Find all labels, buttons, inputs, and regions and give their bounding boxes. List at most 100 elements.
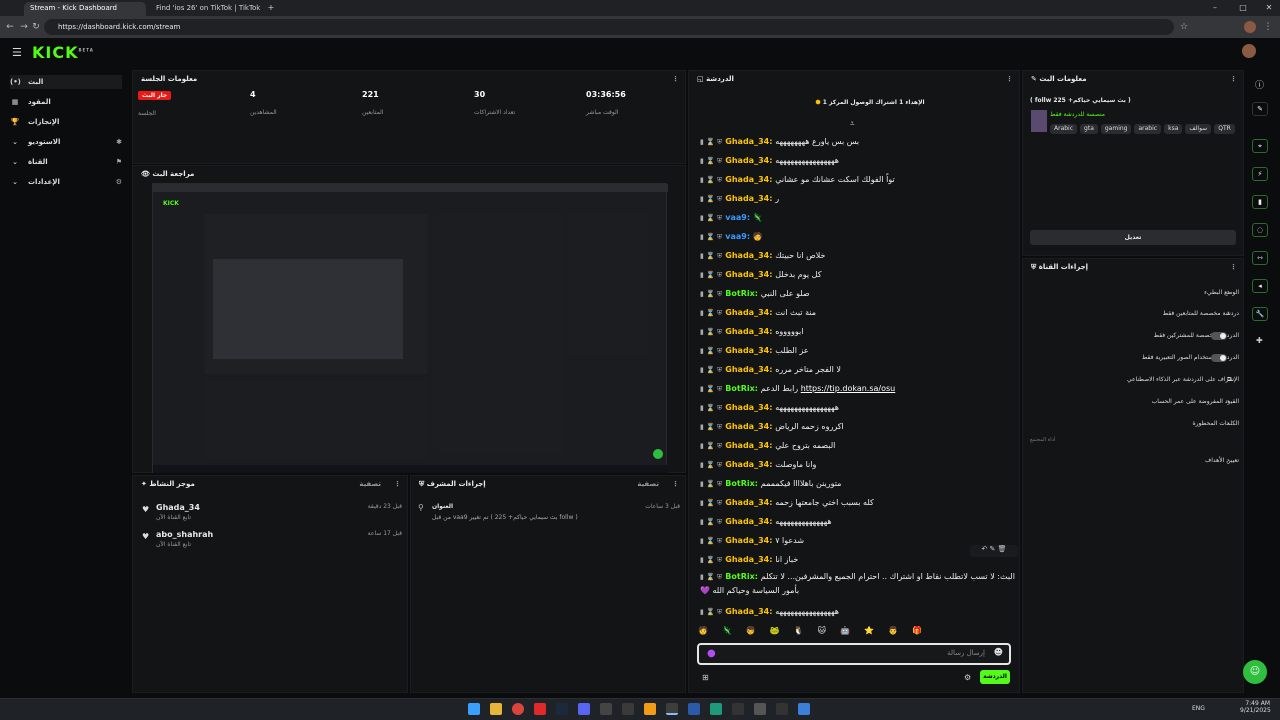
forward-icon[interactable]: → bbox=[18, 21, 30, 33]
speaker-icon[interactable]: ◂ bbox=[1252, 279, 1268, 293]
chat-username[interactable]: vaa9 bbox=[725, 213, 747, 222]
edit-stream-button[interactable]: تعديل bbox=[1030, 230, 1236, 245]
tag-chip[interactable]: ksa bbox=[1164, 124, 1183, 134]
tag-chip[interactable]: gta bbox=[1080, 124, 1098, 134]
tag-chip[interactable]: arabic bbox=[1134, 124, 1162, 134]
sidebar-item-channel[interactable]: ⌄ القناة ⚑ bbox=[10, 155, 122, 169]
pencil-icon[interactable]: ✎ bbox=[1252, 102, 1268, 116]
chat-username[interactable]: Ghada_34 bbox=[725, 422, 769, 431]
more-icon[interactable]: ⋮ bbox=[672, 71, 679, 87]
windows-start-icon[interactable] bbox=[468, 703, 480, 715]
wrench-icon[interactable]: 🔧 bbox=[1252, 307, 1268, 321]
chat-username[interactable]: Ghada_34 bbox=[725, 137, 769, 146]
back-icon[interactable]: ← bbox=[4, 21, 16, 33]
settings-icon[interactable] bbox=[754, 703, 766, 715]
chat-username[interactable]: BotRix bbox=[725, 384, 754, 393]
chat-username[interactable]: Ghada_34 bbox=[725, 308, 769, 317]
chrome-icon[interactable] bbox=[512, 703, 524, 715]
filter-button[interactable]: تصفية bbox=[637, 476, 659, 492]
chat-message[interactable]: ▮ ⌛ ⛨ BotRix: صلو على النبي bbox=[700, 286, 1015, 302]
phone-icon[interactable]: ▮ bbox=[1252, 195, 1268, 209]
youtube-icon[interactable] bbox=[534, 703, 546, 715]
channel-action-row[interactable]: الإشراف على الدردشة عبر الذكاء الاصطناعي… bbox=[1027, 372, 1239, 388]
toggle-switch[interactable] bbox=[1211, 332, 1227, 340]
language-indicator[interactable]: ENG bbox=[1192, 705, 1205, 712]
chat-message[interactable]: ▮ ⌛ ⛨ Ghada_34: ابوووووه bbox=[700, 324, 1015, 340]
toggle-switch[interactable] bbox=[1211, 354, 1227, 362]
user-avatar[interactable] bbox=[1242, 44, 1256, 58]
app-icon[interactable] bbox=[776, 703, 788, 715]
chat-username[interactable]: vaa9 bbox=[725, 232, 747, 241]
sidebar-item-achievements[interactable]: 🏆 الإنجازات bbox=[10, 115, 122, 129]
gift-icon[interactable]: ⊞ bbox=[702, 673, 709, 682]
chat-username[interactable]: Ghada_34 bbox=[725, 270, 769, 279]
goals-row[interactable]: تعيين الأهداف › bbox=[1027, 453, 1239, 469]
tag-chip[interactable]: سوالف bbox=[1185, 124, 1212, 134]
chat-username[interactable]: Ghada_34 bbox=[725, 175, 769, 184]
message-actions[interactable]: ↶ ✎ 🗑 bbox=[970, 545, 1018, 557]
edge-icon[interactable] bbox=[666, 703, 678, 715]
tag-chip[interactable]: Arabic bbox=[1050, 124, 1078, 134]
close-window-icon[interactable]: ✕ bbox=[1262, 2, 1276, 14]
emote-bar[interactable]: 🧑🦎👦🐸🐧🐱🤖⭐👨🎁 bbox=[698, 626, 1010, 638]
chat-message[interactable]: ▮ ⌛ ⛨ vaa9: 🧑 bbox=[700, 229, 1015, 245]
mic-icon[interactable]: ● bbox=[707, 648, 716, 659]
more-icon[interactable]: ⋮ bbox=[1006, 71, 1013, 87]
capcut-icon[interactable] bbox=[600, 703, 612, 715]
lightning-icon[interactable]: ⚡ bbox=[1252, 167, 1268, 181]
chat-message[interactable]: ▮ ⌛ ⛨ Ghada_34: عز الطلب bbox=[700, 343, 1015, 359]
chat-username[interactable]: Ghada_34 bbox=[725, 251, 769, 260]
chat-message[interactable]: ▮ ⌛ ⛨ Ghada_34: لا الفجر متاخر مرره bbox=[700, 362, 1015, 378]
chat-message[interactable]: ▮ ⌛ ⛨ Ghada_34: بس بس ياورع ههههههههه bbox=[700, 134, 1015, 150]
stream-category[interactable]: منصسة للدردشة فقط bbox=[1050, 111, 1105, 118]
app-icon[interactable] bbox=[710, 703, 722, 715]
new-tab-icon[interactable]: + bbox=[264, 2, 278, 14]
chat-username[interactable]: Ghada_34 bbox=[725, 441, 769, 450]
chat-username[interactable]: Ghada_34 bbox=[725, 346, 769, 355]
app-icon[interactable] bbox=[798, 703, 810, 715]
sidebar-item-live[interactable]: (•) البث bbox=[10, 75, 122, 89]
scroll-down-icon[interactable]: ⩡ bbox=[850, 119, 855, 129]
chat-message[interactable]: ▮ ⌛ ⛨ Ghada_34: ر bbox=[700, 191, 1015, 207]
sidebar-item-studio[interactable]: ⌄ الاستوديو ✱ bbox=[10, 135, 122, 149]
chat-username[interactable]: Ghada_34 bbox=[725, 498, 769, 507]
chat-message[interactable]: ▮ ⌛ ⛨ Ghada_34: تواً الفولك اسكت عشانك مو… bbox=[700, 172, 1015, 188]
tab-tiktok[interactable]: Find 'ios 26' on TikTok | TikTok Se bbox=[150, 2, 260, 16]
chat-message[interactable]: ▮ ⌛ ⛨ Ghada_34: ههههههههههههههههه bbox=[700, 604, 1015, 620]
chat-link[interactable]: https://tip.dokan.sa/osu bbox=[801, 384, 896, 393]
gear-icon[interactable]: ⚙ bbox=[964, 673, 971, 682]
clock[interactable]: 7:49 AM 9/21/2025 bbox=[1240, 700, 1271, 714]
minimize-icon[interactable]: – bbox=[1208, 2, 1222, 14]
channel-action-row[interactable]: الكلمات المحظورة › bbox=[1027, 416, 1239, 432]
chat-message[interactable]: ▮ ⌛ ⛨ BotRix: رابط الدعم https://tip.doka… bbox=[700, 381, 1015, 397]
chat-message[interactable]: ▮ ⌛ ⛨ BotRix: متورينن باهلاااا فيكمممم bbox=[700, 476, 1015, 492]
channel-action-row[interactable]: الوضع البطيء › bbox=[1027, 285, 1239, 301]
chat-username[interactable]: Ghada_34 bbox=[725, 460, 769, 469]
hamburger-icon[interactable]: ☰ bbox=[12, 46, 22, 59]
filter-button[interactable]: تصفية bbox=[359, 476, 381, 492]
star-icon[interactable]: ☆ bbox=[1178, 21, 1190, 33]
maximize-icon[interactable]: □ bbox=[1236, 2, 1250, 14]
chat-username[interactable]: Ghada_34 bbox=[725, 555, 769, 564]
chat-username[interactable]: BotRix bbox=[725, 572, 754, 581]
chat-message[interactable]: ▮ ⌛ ⛨ Ghada_34: ههههههههههههههه bbox=[700, 514, 1015, 530]
profile-avatar[interactable] bbox=[1244, 21, 1256, 33]
chat-message[interactable]: ▮ ⌛ ⛨ vaa9: 🦎 bbox=[700, 210, 1015, 226]
app-icon[interactable] bbox=[622, 703, 634, 715]
chat-message[interactable]: ▮ ⌛ ⛨ BotRix: البث: لا تسب لاتطلب نقاط او… bbox=[700, 570, 1015, 600]
chat-message[interactable]: ▮ ⌛ ⛨ Ghada_34: البصمه بتروح علي bbox=[700, 438, 1015, 454]
tab-kick-dashboard[interactable]: Stream - Kick Dashboard bbox=[24, 2, 146, 16]
chat-username[interactable]: Ghada_34 bbox=[725, 365, 769, 374]
chat-message[interactable]: ▮ ⌛ ⛨ Ghada_34: منة تبث انت bbox=[700, 305, 1015, 321]
channel-action-row[interactable]: الدردشة مخصصة للمشتركين فقط bbox=[1027, 328, 1239, 344]
chat-message[interactable]: ▮ ⌛ ⛨ Ghada_34: ههههههههههههههههه bbox=[700, 400, 1015, 416]
help-chat-button[interactable]: ☺ bbox=[1243, 660, 1267, 684]
chat-username[interactable]: Ghada_34 bbox=[725, 536, 769, 545]
vlc-icon[interactable] bbox=[644, 703, 656, 715]
chat-input-box[interactable]: ● إرسال رسالة ☻ bbox=[697, 643, 1011, 665]
channel-action-row[interactable]: القيود المفروضة على عمر الحساب › bbox=[1027, 394, 1239, 410]
vpn-icon[interactable] bbox=[688, 703, 700, 715]
chat-message[interactable]: ▮ ⌛ ⛨ Ghada_34: وانا ماوصلت bbox=[700, 457, 1015, 473]
chat-message[interactable]: ▮ ⌛ ⛨ Ghada_34: كله بسبب اختي جامعتها زحم… bbox=[700, 495, 1015, 511]
chat-username[interactable]: Ghada_34 bbox=[725, 607, 769, 616]
